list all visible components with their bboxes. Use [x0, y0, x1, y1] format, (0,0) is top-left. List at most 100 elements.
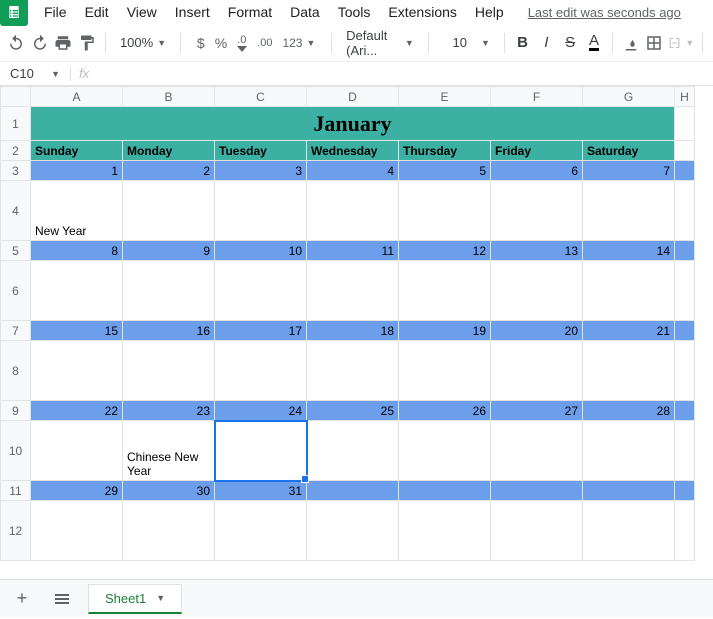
- cell[interactable]: [675, 141, 695, 161]
- row-header-9[interactable]: 9: [1, 401, 31, 421]
- cell[interactable]: [675, 401, 695, 421]
- merge-cells-button[interactable]: ▼: [668, 30, 694, 56]
- day-num[interactable]: [583, 481, 675, 501]
- day-num[interactable]: 12: [399, 241, 491, 261]
- event-cell[interactable]: [583, 421, 675, 481]
- row-header-8[interactable]: 8: [1, 341, 31, 401]
- event-cell[interactable]: [491, 501, 583, 561]
- event-cell[interactable]: [307, 261, 399, 321]
- event-cell[interactable]: [399, 181, 491, 241]
- col-header-B[interactable]: B: [123, 87, 215, 107]
- menu-tools[interactable]: Tools: [330, 0, 379, 24]
- day-num[interactable]: 9: [123, 241, 215, 261]
- text-color-button[interactable]: A: [584, 30, 604, 56]
- row-header-1[interactable]: 1: [1, 107, 31, 141]
- row-header-7[interactable]: 7: [1, 321, 31, 341]
- day-num[interactable]: 25: [307, 401, 399, 421]
- weekday-header[interactable]: Wednesday: [307, 141, 399, 161]
- cell[interactable]: [675, 241, 695, 261]
- cell[interactable]: [675, 481, 695, 501]
- event-cell[interactable]: [307, 501, 399, 561]
- row-header-12[interactable]: 12: [1, 501, 31, 561]
- event-cell[interactable]: [491, 341, 583, 401]
- day-num[interactable]: 5: [399, 161, 491, 181]
- add-sheet-button[interactable]: +: [8, 585, 36, 613]
- day-num[interactable]: 3: [215, 161, 307, 181]
- event-cell[interactable]: Chinese New Year: [123, 421, 215, 481]
- more-formats-button[interactable]: 123▼: [278, 30, 319, 56]
- day-num[interactable]: 14: [583, 241, 675, 261]
- zoom-select[interactable]: 100%▼: [114, 35, 172, 50]
- increase-decimal-button[interactable]: .00: [253, 30, 276, 56]
- event-cell[interactable]: [399, 421, 491, 481]
- day-num[interactable]: 16: [123, 321, 215, 341]
- fill-color-button[interactable]: [621, 30, 641, 56]
- event-cell[interactable]: [399, 341, 491, 401]
- month-title-cell[interactable]: January: [31, 107, 675, 141]
- weekday-header[interactable]: Saturday: [583, 141, 675, 161]
- weekday-header[interactable]: Thursday: [399, 141, 491, 161]
- format-percent-button[interactable]: %: [211, 30, 231, 56]
- cell[interactable]: [675, 321, 695, 341]
- all-sheets-button[interactable]: [48, 585, 76, 613]
- day-num[interactable]: 20: [491, 321, 583, 341]
- format-currency-button[interactable]: $: [193, 30, 209, 56]
- weekday-header[interactable]: Sunday: [31, 141, 123, 161]
- day-num[interactable]: 1: [31, 161, 123, 181]
- menu-insert[interactable]: Insert: [167, 0, 218, 24]
- last-edit-link[interactable]: Last edit was seconds ago: [528, 5, 681, 20]
- event-cell[interactable]: [123, 341, 215, 401]
- event-cell[interactable]: New Year: [31, 181, 123, 241]
- row-header-5[interactable]: 5: [1, 241, 31, 261]
- cell[interactable]: [675, 421, 695, 481]
- event-cell[interactable]: [583, 341, 675, 401]
- event-cell[interactable]: [399, 261, 491, 321]
- col-header-F[interactable]: F: [491, 87, 583, 107]
- day-num[interactable]: 18: [307, 321, 399, 341]
- cell[interactable]: [675, 261, 695, 321]
- event-cell[interactable]: [215, 501, 307, 561]
- col-header-G[interactable]: G: [583, 87, 675, 107]
- day-num[interactable]: 2: [123, 161, 215, 181]
- event-cell[interactable]: [31, 261, 123, 321]
- menu-view[interactable]: View: [119, 0, 165, 24]
- weekday-header[interactable]: Tuesday: [215, 141, 307, 161]
- menu-extensions[interactable]: Extensions: [380, 0, 464, 24]
- day-num[interactable]: 7: [583, 161, 675, 181]
- row-header-2[interactable]: 2: [1, 141, 31, 161]
- day-num[interactable]: 28: [583, 401, 675, 421]
- day-num[interactable]: 19: [399, 321, 491, 341]
- event-cell[interactable]: [123, 501, 215, 561]
- event-cell[interactable]: [307, 181, 399, 241]
- cell[interactable]: [675, 181, 695, 241]
- day-num[interactable]: 10: [215, 241, 307, 261]
- col-header-C[interactable]: C: [215, 87, 307, 107]
- cell[interactable]: [675, 501, 695, 561]
- cell[interactable]: [675, 161, 695, 181]
- event-cell[interactable]: [215, 341, 307, 401]
- event-cell[interactable]: [31, 341, 123, 401]
- row-header-3[interactable]: 3: [1, 161, 31, 181]
- day-num[interactable]: 26: [399, 401, 491, 421]
- select-all-corner[interactable]: [1, 87, 31, 107]
- col-header-D[interactable]: D: [307, 87, 399, 107]
- font-size-select[interactable]: 10▼: [437, 35, 496, 50]
- paint-format-icon[interactable]: [77, 30, 97, 56]
- event-cell[interactable]: [491, 261, 583, 321]
- row-header-11[interactable]: 11: [1, 481, 31, 501]
- event-cell[interactable]: [491, 181, 583, 241]
- day-num[interactable]: 11: [307, 241, 399, 261]
- day-num[interactable]: 24: [215, 401, 307, 421]
- borders-button[interactable]: [644, 30, 664, 56]
- event-cell[interactable]: [215, 261, 307, 321]
- day-num[interactable]: 13: [491, 241, 583, 261]
- col-header-H[interactable]: H: [675, 87, 695, 107]
- row-header-4[interactable]: 4: [1, 181, 31, 241]
- event-cell[interactable]: [31, 421, 123, 481]
- menu-data[interactable]: Data: [282, 0, 328, 24]
- event-cell[interactable]: [123, 181, 215, 241]
- weekday-header[interactable]: Friday: [491, 141, 583, 161]
- decrease-decimal-button[interactable]: .0: [233, 30, 251, 56]
- event-cell[interactable]: [307, 341, 399, 401]
- event-cell[interactable]: [583, 181, 675, 241]
